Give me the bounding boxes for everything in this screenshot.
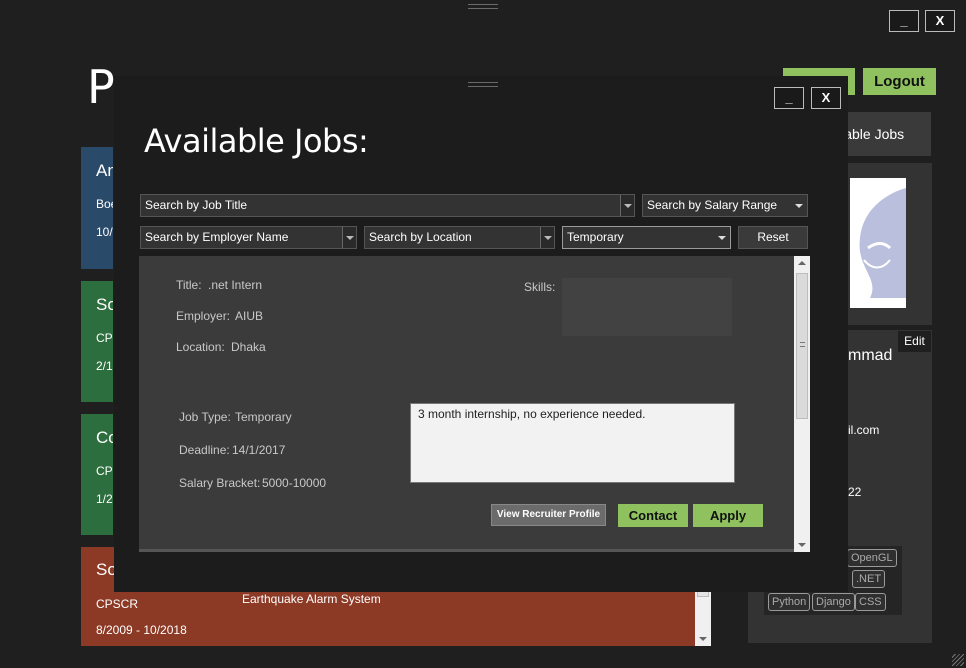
skills-list	[562, 278, 732, 336]
employer-value: AIUB	[235, 309, 264, 323]
chevron-down-icon[interactable]	[540, 227, 554, 248]
chevron-down-icon	[795, 204, 803, 208]
chevron-down-icon	[718, 236, 726, 240]
list-divider	[139, 549, 794, 552]
job-list-item[interactable]: Title: .net Intern Employer: AIUB Locati…	[139, 256, 794, 540]
card-line1: CPSCR	[96, 597, 139, 611]
view-recruiter-profile-button[interactable]: View Recruiter Profile	[491, 504, 606, 526]
employer-name-search-placeholder: Search by Employer Name	[145, 230, 289, 244]
job-type-label: Job Type:	[179, 410, 231, 424]
location-search[interactable]: Search by Location	[364, 226, 555, 249]
reset-button[interactable]: Reset	[738, 226, 808, 249]
card-heading: Co	[96, 428, 113, 447]
card-line2: 1/2	[96, 492, 113, 506]
experience-card[interactable]: So CPS 2/1	[81, 281, 113, 402]
salary-range-search-placeholder: Search by Salary Range	[647, 198, 778, 212]
location-label: Location:	[176, 340, 225, 354]
apply-button[interactable]: Apply	[693, 504, 763, 527]
profile-number: 22	[848, 485, 862, 499]
contact-button[interactable]: Contact	[618, 504, 688, 527]
job-type-select-value: Temporary	[567, 230, 624, 244]
modal-minimize-button[interactable]: _	[774, 87, 804, 109]
job-description-box[interactable]: 3 month internship, no experience needed…	[410, 403, 735, 483]
card-line2: 10/	[96, 225, 113, 239]
skill-tag-django: Django	[812, 593, 855, 611]
experience-card[interactable]: Co CPS 1/2	[81, 414, 113, 535]
edit-profile-button[interactable]: Edit	[898, 331, 931, 352]
chevron-down-icon[interactable]	[342, 227, 356, 248]
modal-close-button[interactable]: X	[811, 87, 841, 109]
scroll-up-icon[interactable]	[798, 261, 806, 265]
profile-email: il.com	[848, 423, 880, 437]
chevron-down-icon[interactable]	[620, 195, 634, 216]
card-heading: So	[96, 295, 113, 314]
scroll-thumb[interactable]	[796, 273, 808, 419]
deadline-label: Deadline:	[179, 443, 230, 457]
card-heading: An	[96, 161, 113, 180]
available-jobs-window: _ X Available Jobs: Search by Job Title …	[114, 76, 848, 592]
skill-tag-dotnet: .NET	[852, 570, 886, 588]
job-type-value: Temporary	[235, 410, 292, 424]
profile-name: mmad	[848, 347, 893, 364]
skill-tag-css: CSS	[855, 593, 886, 611]
avatar	[850, 178, 906, 308]
card-line2: 2/1	[96, 359, 113, 373]
card-line2: 8/2009 - 10/2018	[96, 623, 187, 637]
card-line1: CPS	[96, 464, 113, 478]
main-close-button[interactable]: X	[925, 10, 955, 32]
deadline-value: 14/1/2017	[232, 443, 286, 457]
page-title: Available Jobs:	[144, 122, 369, 160]
job-list-scrollbar[interactable]	[794, 256, 810, 552]
title-label: Title:	[176, 278, 202, 292]
top-drag-handle[interactable]	[468, 4, 498, 14]
location-value: Dhaka	[231, 340, 266, 354]
employer-label: Employer:	[176, 309, 231, 323]
salary-label: Salary Bracket:	[179, 476, 261, 490]
skill-tag-python: Python	[768, 593, 811, 611]
employer-name-search[interactable]: Search by Employer Name	[140, 226, 357, 249]
main-minimize-button[interactable]: _	[889, 10, 919, 32]
job-type-select[interactable]: Temporary	[562, 226, 731, 249]
profile-photo-panel	[848, 163, 932, 325]
job-title-search-placeholder: Search by Job Title	[145, 198, 248, 212]
available-jobs-tab[interactable]: ilable Jobs	[838, 112, 931, 156]
salary-range-search[interactable]: Search by Salary Range	[642, 194, 808, 217]
skill-tag-opengl: OpenGL	[847, 549, 897, 567]
card-scrollbar[interactable]	[695, 585, 711, 646]
experience-card[interactable]: An Boe 10/	[81, 147, 113, 269]
location-search-placeholder: Search by Location	[369, 230, 472, 244]
card-line1: Boe	[96, 197, 113, 211]
card-line1: CPS	[96, 331, 113, 345]
skills-label: Skills:	[524, 280, 556, 294]
job-title-value: .net Intern	[208, 278, 263, 292]
job-list: Title: .net Intern Employer: AIUB Locati…	[139, 256, 810, 552]
resize-grip-icon[interactable]	[952, 654, 964, 666]
salary-value: 5000-10000	[262, 476, 327, 490]
logout-button[interactable]: Logout	[863, 68, 936, 95]
job-title-search[interactable]: Search by Job Title	[140, 194, 635, 217]
card-project-name: Earthquake Alarm System	[242, 592, 381, 606]
modal-drag-handle[interactable]	[468, 82, 498, 92]
scroll-down-icon[interactable]	[798, 543, 806, 547]
